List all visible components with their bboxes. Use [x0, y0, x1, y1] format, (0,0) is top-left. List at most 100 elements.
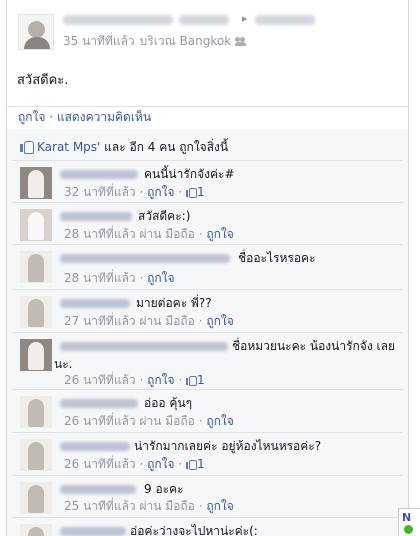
comment-item: ชื่อหมวยนะคะ น้องน่ารักจัง เลยนะ. 26 นาท… [12, 333, 403, 390]
comment-like-count[interactable]: 1 [197, 373, 205, 387]
commenter-avatar[interactable] [20, 167, 52, 199]
comment-time[interactable]: 25 นาทีที่แล้ว [64, 499, 136, 513]
comment-meta: 26 นาทีที่แล้ว ผ่าน มือถือ · ถูกใจ [64, 412, 234, 431]
meta-dot: · [194, 499, 207, 513]
comment-like-button[interactable]: ถูกใจ [147, 185, 174, 199]
commenter-name-redacted[interactable] [60, 254, 230, 263]
comment-text: อ่อค่ะว่างจะไปหาน่ะค่ะ(: [130, 524, 258, 536]
comment-time[interactable]: 32 นาทีที่แล้ว [64, 185, 136, 199]
comment-like-button[interactable]: ถูกใจ [206, 227, 233, 241]
post-header: ▸ 35 นาทีที่แล้ว บริเวณ Bangkok [7, 0, 408, 62]
comment-time[interactable]: 26 นาทีที่แล้ว [64, 457, 136, 471]
comments-section: Karat Mps' และ อีก 4 คน ถูกใจสิ่งนี้ คนน… [7, 129, 408, 536]
badge-letter: N [402, 511, 412, 524]
comment-meta: 26 นาทีที่แล้ว · ถูกใจ · 1 [64, 371, 205, 390]
comment-item: อ่ออ คุ้นๆ 26 นาทีที่แล้ว ผ่าน มือถือ · … [12, 390, 403, 433]
comment-item: ชื่ออะไรหรอคะ 28 นาทีที่แล้ว · ถูกใจ [12, 245, 403, 290]
commenter-avatar[interactable] [20, 209, 52, 241]
side-notification-badge[interactable]: N [398, 508, 420, 536]
commenter-name-redacted[interactable] [60, 399, 138, 408]
like-button[interactable]: ถูกใจ [18, 110, 45, 124]
comment-source: ผ่าน มือถือ [139, 227, 195, 241]
like-count-icon [186, 459, 197, 470]
comment-item: มายต่อคะ พี่?? 27 นาทีที่แล้ว ผ่าน มือถื… [12, 290, 403, 333]
meta-dot: · [194, 314, 207, 328]
liker-name-link[interactable]: Karat Mps' [37, 140, 100, 154]
comment-time[interactable]: 26 นาทีที่แล้ว [64, 373, 136, 387]
comment-source: ผ่าน มือถือ [139, 499, 195, 513]
commenter-name-redacted[interactable] [60, 527, 126, 536]
comment-item: คนนี้น่ารักจังค่ะ# 32 นาทีที่แล้ว · ถูกใ… [12, 161, 403, 203]
post-meta: 35 นาทีที่แล้ว บริเวณ Bangkok [63, 32, 247, 51]
comment-text: 9 อะคะ [144, 482, 184, 496]
commenter-name-redacted[interactable] [60, 170, 138, 179]
post-location[interactable]: บริเวณ Bangkok [140, 32, 231, 51]
commenter-name-redacted[interactable] [60, 485, 136, 494]
meta-dot: · [174, 457, 186, 471]
like-count-icon [186, 187, 197, 198]
like-count-icon [186, 375, 197, 386]
comment-text: ชื่ออะไรหรอคะ [238, 251, 316, 265]
meta-dot: · [174, 373, 186, 387]
comment-meta: 28 นาทีที่แล้ว ผ่าน มือถือ · ถูกใจ [64, 225, 234, 244]
commenter-avatar[interactable] [20, 482, 52, 514]
comment-like-count[interactable]: 1 [197, 185, 205, 199]
online-status-icon [404, 525, 413, 534]
comment-text: คนนี้น่ารักจังค่ะ# [144, 167, 235, 181]
author-name-redacted[interactable] [63, 15, 173, 25]
commenter-avatar[interactable] [20, 251, 52, 283]
commenter-avatar[interactable] [20, 396, 52, 428]
meta-dot: · [135, 185, 148, 199]
actions-separator: · [45, 110, 57, 124]
comment-like-button[interactable]: ถูกใจ [147, 373, 174, 387]
comment-time[interactable]: 27 นาทีที่แล้ว [64, 314, 136, 328]
comment-text: ชื่อหมวยนะคะ น้องน่ารักจัง เลยนะ. [54, 339, 395, 371]
comment-button[interactable]: แสดงความคิดเห็น [57, 110, 151, 124]
comment-like-button[interactable]: ถูกใจ [206, 314, 233, 328]
post-timestamp[interactable]: 35 นาทีที่แล้ว [63, 32, 135, 51]
comment-time[interactable]: 28 นาทีที่แล้ว [64, 271, 136, 285]
commenter-name-redacted[interactable] [60, 442, 130, 451]
comment-like-button[interactable]: ถูกใจ [206, 414, 233, 428]
commenter-avatar[interactable] [20, 439, 52, 471]
comment-time[interactable]: 26 นาทีที่แล้ว [64, 414, 136, 428]
comment-item: สวัสดีคะ:) 28 นาทีที่แล้ว ผ่าน มือถือ · … [12, 203, 403, 245]
commenter-name-redacted[interactable] [60, 212, 132, 221]
post-actions: ถูกใจ · แสดงความคิดเห็น [7, 106, 408, 129]
share-arrow-icon: ▸ [242, 12, 248, 25]
commenter-avatar[interactable] [20, 296, 52, 328]
comment-text: สวัสดีคะ:) [138, 209, 191, 223]
comment-item: 9 อะคะ 25 นาทีที่แล้ว ผ่าน มือถือ · ถูกใ… [12, 476, 403, 518]
comment-meta: 25 นาทีที่แล้ว ผ่าน มือถือ · ถูกใจ [64, 497, 234, 516]
commenter-avatar[interactable] [20, 524, 52, 536]
comment-item: อ่อค่ะว่างจะไปหาน่ะค่ะ(: [12, 518, 403, 536]
like-thumb-icon [20, 140, 34, 154]
comment-text: มายต่อคะ พี่?? [136, 296, 212, 310]
recipient-name-redacted[interactable] [255, 15, 315, 25]
comment-text: น่ารักมากเลยค่ะ อยู่ห้องไหนหรอค่ะ? [134, 439, 322, 453]
commenter-name-redacted[interactable] [60, 299, 130, 308]
likes-summary: Karat Mps' และ อีก 4 คน ถูกใจสิ่งนี้ [12, 133, 403, 161]
comment-like-button[interactable]: ถูกใจ [147, 457, 174, 471]
meta-dot: · [194, 227, 207, 241]
author-name-redacted-2 [179, 15, 229, 25]
meta-dot: · [135, 271, 148, 285]
comment-source: ผ่าน มือถือ [139, 314, 195, 328]
comment-meta: 32 นาทีที่แล้ว · ถูกใจ · 1 [64, 183, 205, 202]
meta-dot: · [135, 373, 148, 387]
comment-item: น่ารักมากเลยค่ะ อยู่ห้องไหนหรอค่ะ? 26 นา… [12, 433, 403, 476]
comment-meta: 27 นาทีที่แล้ว ผ่าน มือถือ · ถูกใจ [64, 312, 234, 331]
comment-like-button[interactable]: ถูกใจ [147, 271, 174, 285]
comment-time[interactable]: 28 นาทีที่แล้ว [64, 227, 136, 241]
comment-meta: 28 นาทีที่แล้ว · ถูกใจ [64, 269, 175, 288]
commenter-avatar[interactable] [20, 339, 52, 371]
comment-like-count[interactable]: 1 [197, 457, 205, 471]
comment-source: ผ่าน มือถือ [139, 414, 195, 428]
comment-like-button[interactable]: ถูกใจ [206, 499, 233, 513]
author-avatar[interactable] [18, 14, 54, 50]
post-text: สวัสดีคะ. [17, 73, 69, 88]
facebook-post-card: ▸ 35 นาทีที่แล้ว บริเวณ Bangkok สวัสดีคะ… [6, 0, 409, 536]
meta-dot: · [135, 457, 148, 471]
friends-audience-icon[interactable] [235, 37, 247, 46]
likes-summary-text: และ อีก 4 คน ถูกใจสิ่งนี้ [100, 140, 229, 154]
